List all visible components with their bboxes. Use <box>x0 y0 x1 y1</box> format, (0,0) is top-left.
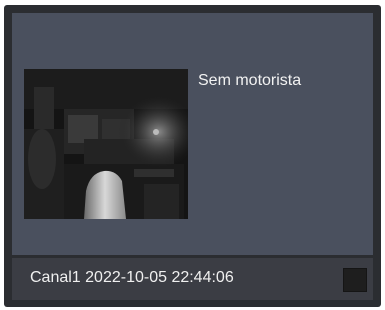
card-body: Sem motorista <box>12 13 373 255</box>
stop-square-icon[interactable] <box>343 268 367 292</box>
camera-card: Sem motorista Canal1 2022-10-05 22:44:06 <box>4 5 381 307</box>
camera-snapshot[interactable] <box>24 69 188 219</box>
driver-status-text: Sem motorista <box>198 72 302 89</box>
channel-timestamp-label: Canal1 2022-10-05 22:44:06 <box>30 269 234 286</box>
card-footer: Canal1 2022-10-05 22:44:06 <box>12 258 373 300</box>
camera-snapshot-image <box>24 69 188 219</box>
